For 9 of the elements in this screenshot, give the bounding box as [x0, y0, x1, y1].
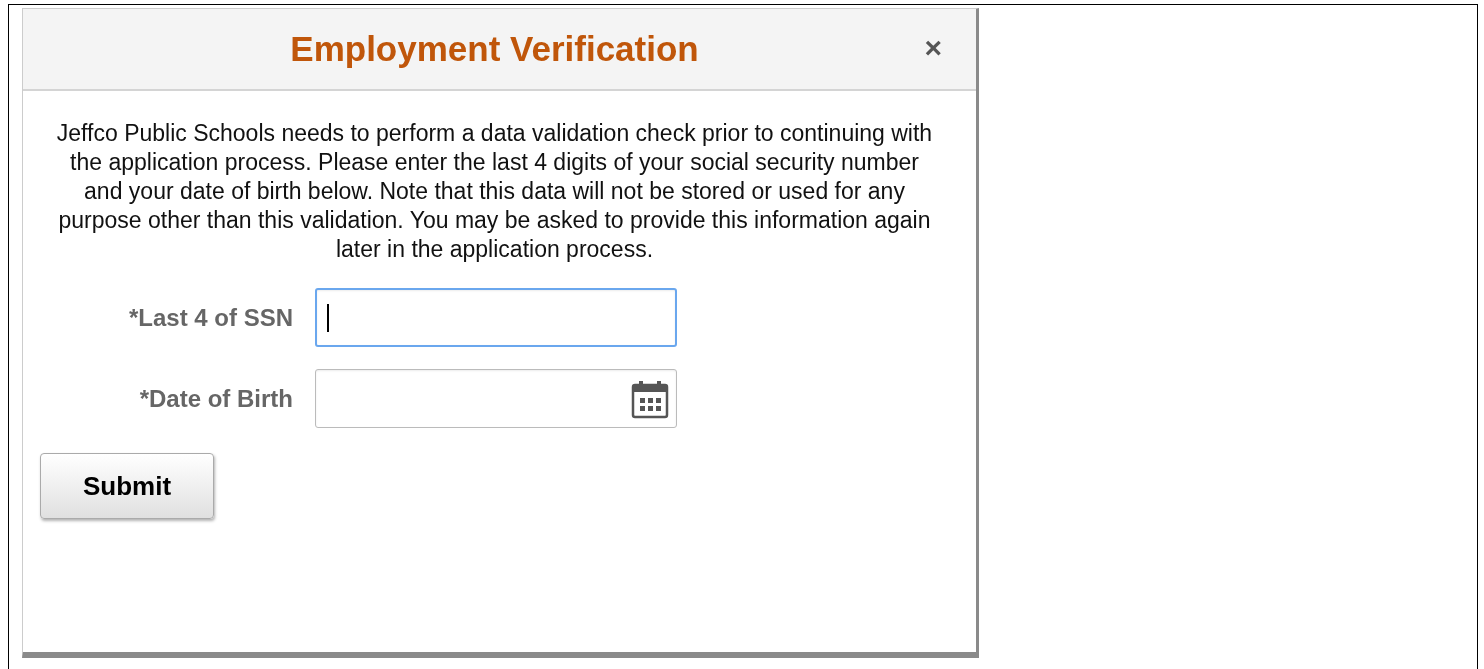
- date-field[interactable]: [315, 369, 677, 428]
- dialog-title: Employment Verification: [290, 27, 699, 70]
- close-button[interactable]: ×: [920, 33, 946, 63]
- field-label: *Date of Birth: [138, 383, 294, 414]
- instructions-text: Jeffco Public Schools needs to perform a data validation check prior to continuing with the application process. Please enter the last 4 digits of your social security number and your date of birth below. Note that this data will not be stored or used for any purpose other than this validation. You may be asked to provide this information again later in the application process.: [55, 119, 934, 264]
- submit-button[interactable]: Submit: [40, 453, 214, 519]
- calendar-icon[interactable]: [630, 378, 670, 419]
- field-label: *Last 4 of SSN: [127, 302, 294, 333]
- input-field[interactable]: [315, 288, 677, 347]
